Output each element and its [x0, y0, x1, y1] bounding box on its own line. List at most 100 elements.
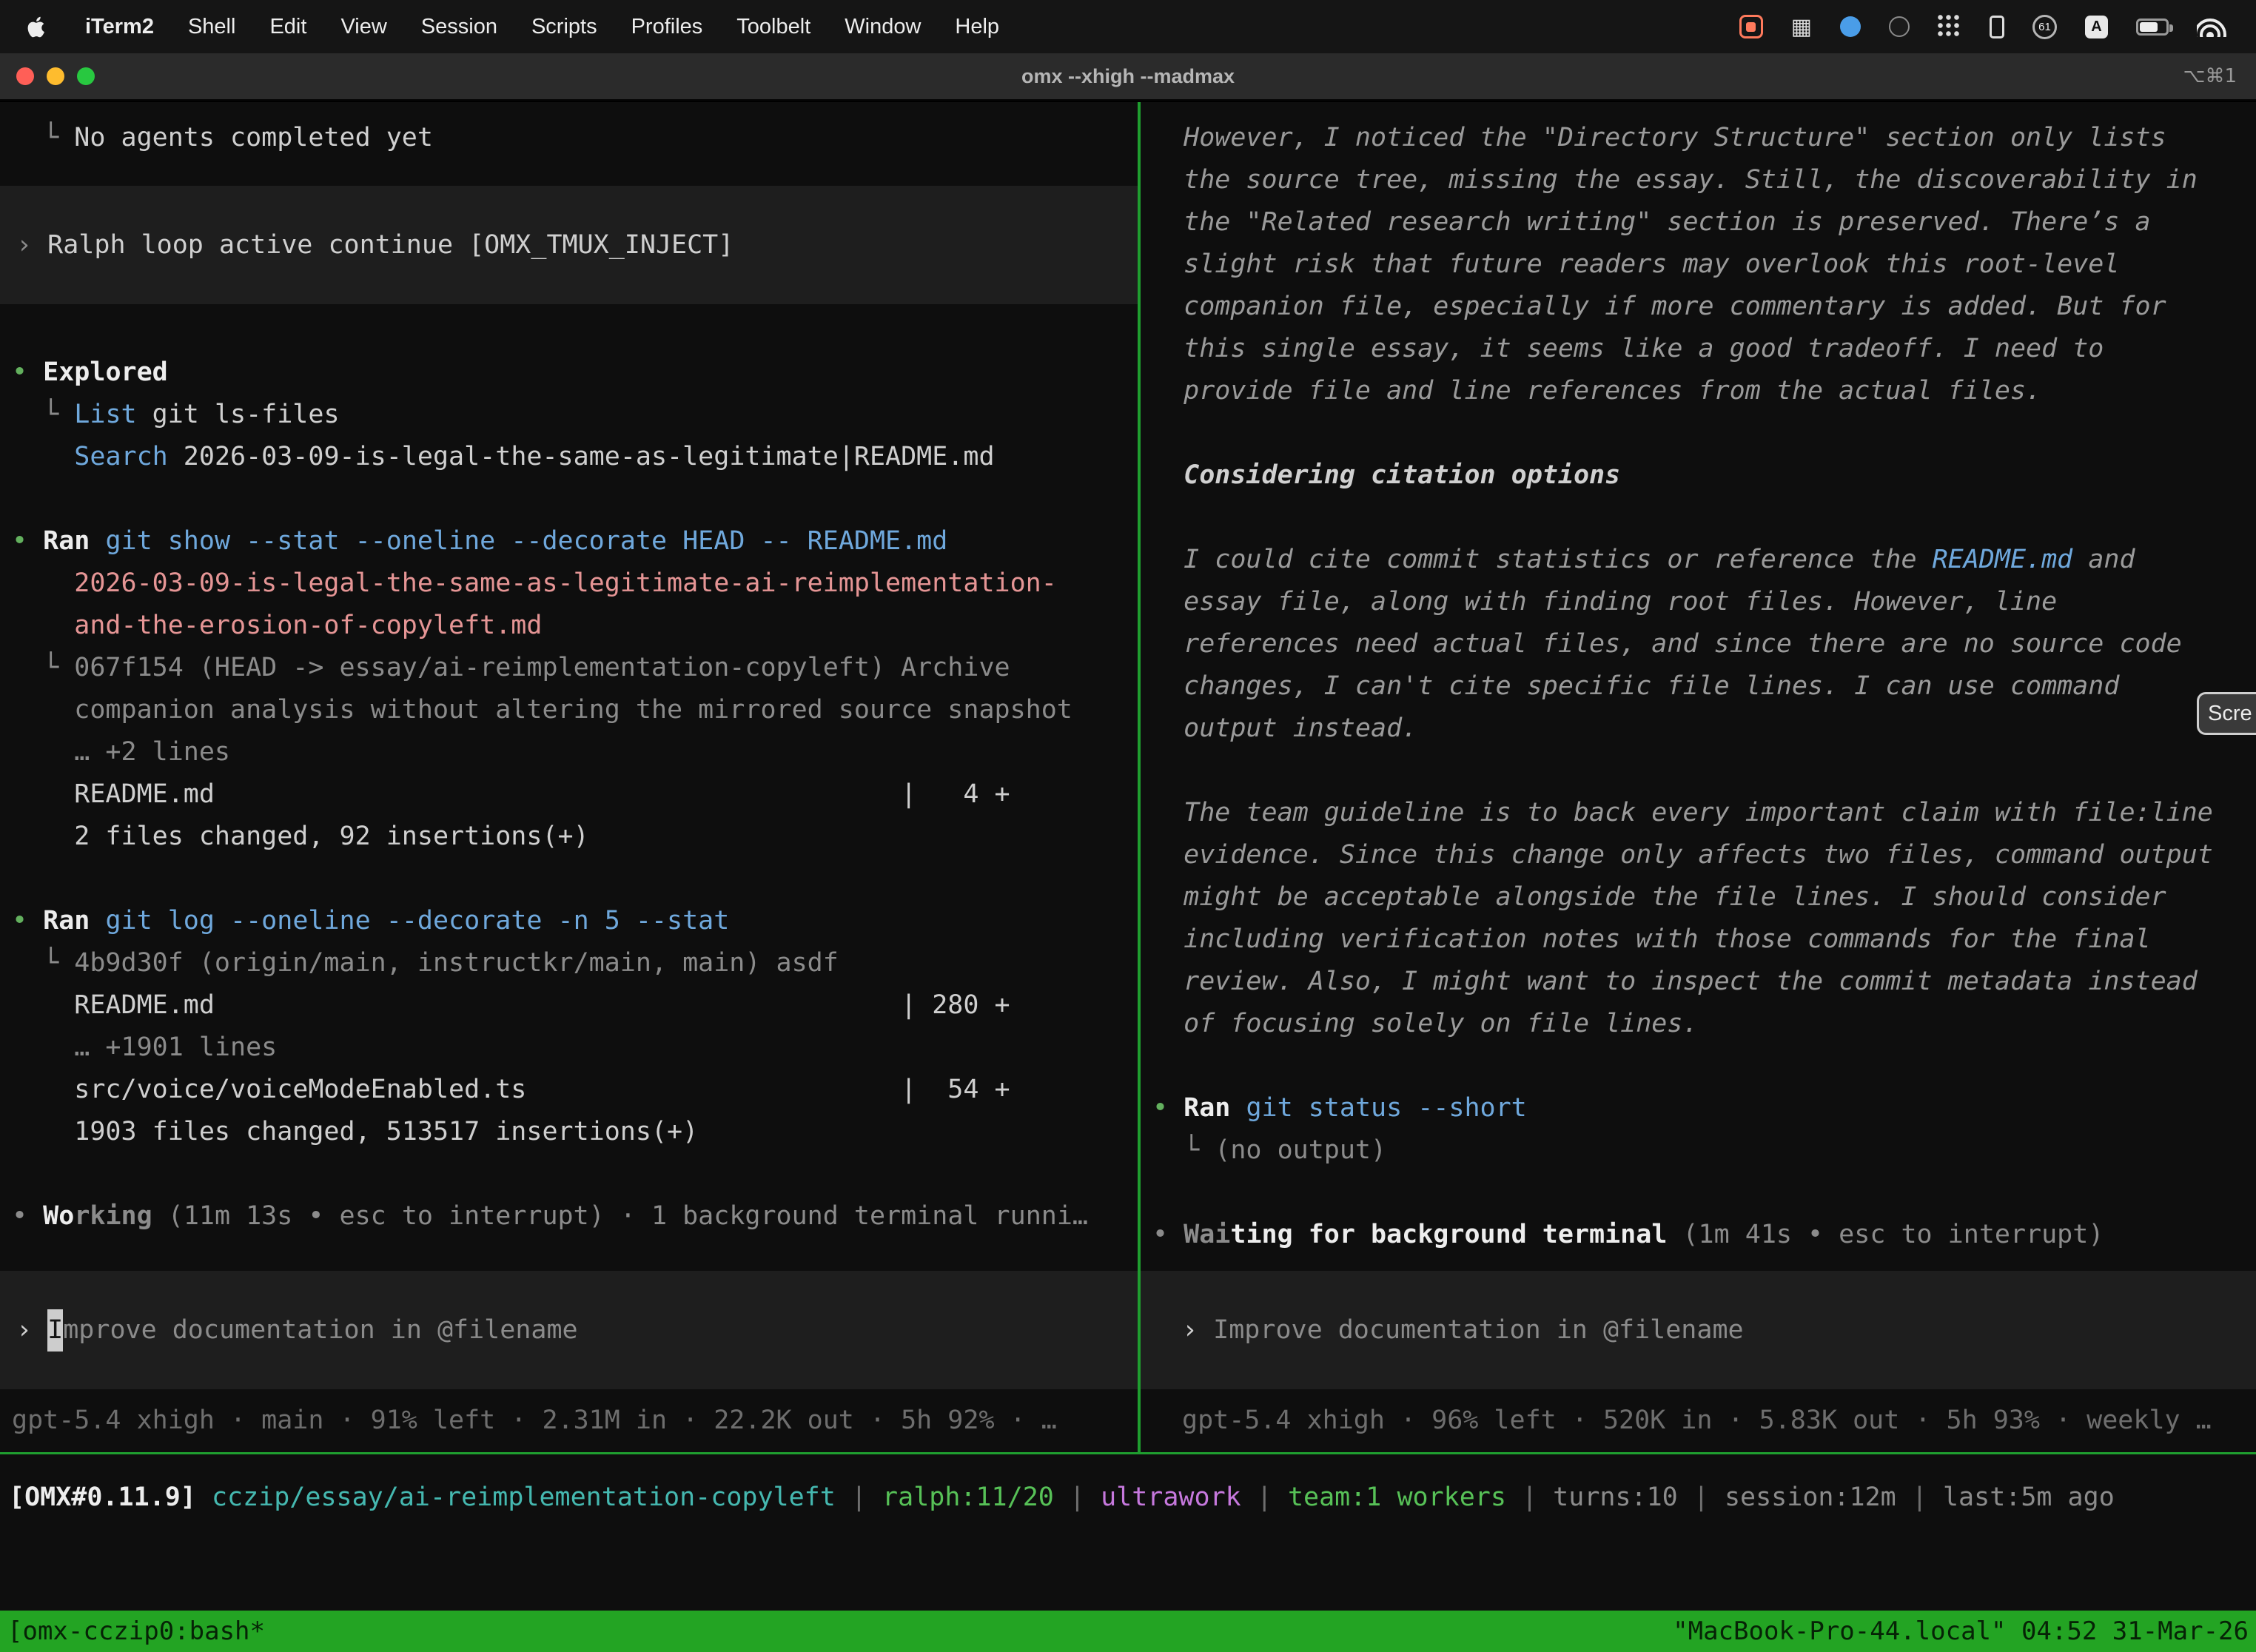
left-prompt-input[interactable]: › Improve documentation in @filename [0, 1271, 1138, 1389]
minimize-button[interactable] [47, 67, 64, 85]
menu-item-profiles[interactable]: Profiles [614, 15, 720, 39]
tmux-host-clock-label: "MacBook-Pro-44.local" 04:52 31-Mar-26 [1673, 1616, 2249, 1646]
text-segment: including verification notes with those … [1152, 924, 2151, 954]
terminal-line: changes, I can't cite specific file line… [1152, 665, 2256, 708]
terminal-line: including verification notes with those … [1152, 919, 2256, 961]
text-segment: and [2072, 545, 2135, 574]
window-manager-icon[interactable]: ▦ [1791, 14, 1812, 40]
text-segment: 2026-03-09-is-legal-the-same-as-legitima… [12, 568, 1057, 598]
terminal-line: the "Related research writing" section i… [1152, 201, 2256, 244]
terminal-line: companion analysis without altering the … [12, 689, 1138, 731]
left-scrollback: • Explored └ List git ls-files Search 20… [12, 352, 1138, 1238]
terminal-line: Search 2026-03-09-is-legal-the-same-as-l… [12, 436, 1138, 478]
text-segment: | [1678, 1483, 1725, 1512]
tmux-panes: └ No agents completed yet › Ralph loop a… [0, 102, 2256, 1452]
terminal-line: src/voice/voiceModeEnabled.ts | 54 + [12, 1069, 1138, 1111]
text-segment: turns:10 [1553, 1483, 1678, 1512]
menu-item-view[interactable]: View [323, 15, 403, 39]
zoom-button[interactable] [77, 67, 95, 85]
text-segment: git ls-files [137, 400, 340, 429]
terminal-line: the source tree, missing the essay. Stil… [1152, 159, 2256, 201]
battery-percent-icon[interactable]: 61 [2032, 15, 2057, 39]
menu-item-window[interactable]: Window [827, 15, 938, 39]
text-segment: └ [12, 400, 74, 429]
text-segment: └ 4b9d30f (origin/main, instructkr/main,… [12, 948, 839, 978]
text-segment: 2026-03-09-is-legal-the-same-as-legitima… [168, 442, 995, 471]
menu-item-help[interactable]: Help [938, 15, 1016, 39]
text-segment: [OMX#0.11.9] [9, 1483, 196, 1512]
battery-icon[interactable] [2136, 19, 2169, 36]
terminal-line: └ No agents completed yet [12, 117, 1138, 159]
traffic-lights [0, 67, 95, 85]
text-segment: might be acceptable alongside the file l… [1152, 882, 2166, 912]
right-pane[interactable]: However, I noticed the "Directory Struct… [1141, 102, 2256, 1452]
text-segment: (11m 13s • esc to interrupt) · 1 backgro… [152, 1201, 1088, 1231]
terminal-line: However, I noticed the "Directory Struct… [1152, 117, 2256, 159]
right-prompt-input[interactable]: › Improve documentation in @filename [1141, 1271, 2256, 1389]
terminal-line: 2 files changed, 92 insertions(+) [12, 816, 1138, 858]
text-cursor: I [47, 1309, 63, 1352]
right-footer: › Improve documentation in @filename gpt… [1152, 1271, 2256, 1442]
app-status-icon-dark[interactable] [1889, 16, 1910, 37]
text-segment: Ran [43, 906, 90, 936]
left-footer: › Improve documentation in @filename gpt… [12, 1271, 1138, 1442]
text-segment: • [12, 357, 43, 387]
text-segment: … +2 lines [12, 737, 230, 767]
text-segment: … +1901 lines [12, 1032, 277, 1062]
text-segment: 2 files changed, 92 insertions(+) [12, 822, 589, 851]
menu-item-edit[interactable]: Edit [252, 15, 323, 39]
terminal-line [12, 858, 1138, 900]
text-segment: essay file, along with finding root file… [1152, 587, 2057, 617]
text-segment: List [74, 400, 136, 429]
terminal-line: and-the-erosion-of-copyleft.md [12, 605, 1138, 647]
wifi-icon[interactable] [2197, 16, 2226, 37]
text-segment: git show --stat --oneline --decorate HEA… [105, 526, 947, 556]
text-segment: Ran [43, 526, 90, 556]
input-source-icon[interactable]: A [2085, 16, 2108, 38]
terminal-line [1152, 412, 2256, 454]
terminal-line: • Waiting for background terminal (1m 41… [1152, 1214, 2256, 1256]
text-segment: companion analysis without altering the … [12, 695, 1072, 725]
text-segment: I could cite commit statistics or refere… [1152, 545, 1933, 574]
prompt-chevron: › [1182, 1309, 1213, 1352]
text-segment: companion file, especially if more comme… [1152, 292, 2166, 321]
tmux-session-window-label: [omx-cczip0:bash* [7, 1616, 265, 1646]
text-segment [90, 906, 105, 936]
menu-item-iterm2[interactable]: iTerm2 [68, 15, 171, 39]
terminal-line: review. Also, I might want to inspect th… [1152, 961, 2256, 1003]
text-segment: team:1 workers [1288, 1483, 1506, 1512]
dots-grid-icon[interactable] [1938, 15, 1961, 38]
left-scrollback-top: └ No agents completed yet [12, 117, 1138, 159]
text-segment: git log --oneline --decorate -n 5 --stat [105, 906, 729, 936]
text-segment: 1903 files changed, 513517 insertions(+) [12, 1117, 698, 1146]
app-status-icon-blue[interactable] [1840, 16, 1861, 37]
menu-item-session[interactable]: Session [404, 15, 514, 39]
ralph-loop-text: Ralph loop active continue [OMX_TMUX_INJ… [47, 224, 733, 266]
window-title-bar[interactable]: omx --xhigh --madmax ⌥⌘1 [0, 53, 2256, 101]
window-title: omx --xhigh --madmax [0, 65, 2256, 88]
screen-edge-notch-button[interactable]: Scre [2197, 692, 2256, 735]
terminal-line: README.md | 280 + [12, 984, 1138, 1027]
terminal-line: output instead. [1152, 708, 2256, 750]
terminal-line: provide file and line references from th… [1152, 370, 2256, 412]
apple-menu-icon[interactable] [27, 14, 49, 39]
text-segment: and-the-erosion-of-copyleft.md [12, 611, 542, 640]
menu-item-toolbelt[interactable]: Toolbelt [719, 15, 827, 39]
terminal-line: this single essay, it seems like a good … [1152, 328, 2256, 370]
input-placeholder-text: Improve documentation in @filename [1213, 1309, 1743, 1352]
phone-mirroring-icon[interactable] [1990, 16, 2004, 38]
left-model-status-line: gpt-5.4 xhigh · main · 91% left · 2.31M … [12, 1400, 1138, 1442]
right-model-status-line: gpt-5.4 xhigh · 96% left · 520K in · 5.8… [1152, 1400, 2256, 1442]
left-pane[interactable]: └ No agents completed yet › Ralph loop a… [0, 102, 1138, 1452]
text-segment: Search [74, 442, 167, 471]
terminal-line: • Explored [12, 352, 1138, 394]
text-segment: └ (no output) [1152, 1135, 1386, 1165]
terminal-line: README.md | 4 + [12, 773, 1138, 816]
menu-item-shell[interactable]: Shell [171, 15, 253, 39]
terminal-line: └ 4b9d30f (origin/main, instructkr/main,… [12, 942, 1138, 984]
text-segment: Explored [43, 357, 168, 387]
menu-item-scripts[interactable]: Scripts [514, 15, 614, 39]
close-button[interactable] [16, 67, 34, 85]
terminal-line [1152, 750, 2256, 792]
screen-recording-stop-icon[interactable] [1739, 15, 1763, 38]
